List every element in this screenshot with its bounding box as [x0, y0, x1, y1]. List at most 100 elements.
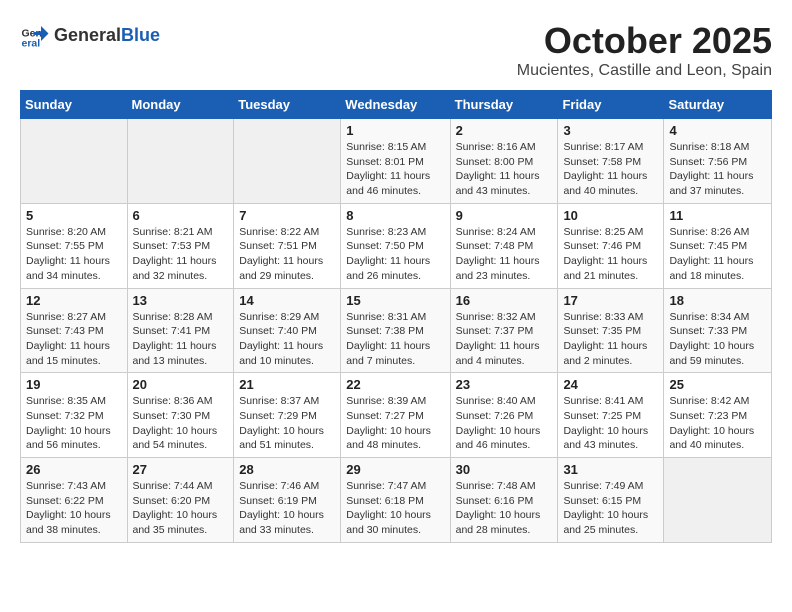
- calendar-cell: 30 Sunrise: 7:48 AM Sunset: 6:16 PM Dayli…: [450, 458, 558, 543]
- calendar-cell: 27 Sunrise: 7:44 AM Sunset: 6:20 PM Dayli…: [127, 458, 234, 543]
- page-header: Gen eral GeneralBlue October 2025 Mucien…: [20, 20, 772, 80]
- calendar-cell: 9Sunrise: 8:24 AM Sunset: 7:48 PM Daylig…: [450, 203, 558, 288]
- month-title: October 2025: [517, 20, 772, 62]
- day-number: 17: [563, 293, 658, 308]
- day-number: 7: [239, 208, 335, 223]
- calendar-cell: 13 Sunrise: 8:28 AM Sunset: 7:41 PM Dayli…: [127, 288, 234, 373]
- day-number: 23: [456, 377, 553, 392]
- day-of-week-sunday: Sunday: [21, 91, 128, 119]
- day-number: 26: [26, 462, 122, 477]
- day-number: 20: [133, 377, 229, 392]
- calendar-cell: 15Sunrise: 8:31 AM Sunset: 7:38 PM Dayli…: [341, 288, 450, 373]
- day-of-week-friday: Friday: [558, 91, 664, 119]
- calendar-cell: 11 Sunrise: 8:26 AM Sunset: 7:45 PM Dayli…: [664, 203, 772, 288]
- day-info: Sunrise: 8:34 AM Sunset: 7:33 PM Dayligh…: [669, 310, 766, 369]
- calendar-cell: 14 Sunrise: 8:29 AM Sunset: 7:40 PM Dayli…: [234, 288, 341, 373]
- day-number: 22: [346, 377, 444, 392]
- week-row-1: 1Sunrise: 8:15 AM Sunset: 8:01 PM Daylig…: [21, 119, 772, 204]
- day-of-week-wednesday: Wednesday: [341, 91, 450, 119]
- day-number: 27: [133, 462, 229, 477]
- day-info: Sunrise: 8:22 AM Sunset: 7:51 PM Dayligh…: [239, 225, 335, 284]
- day-number: 16: [456, 293, 553, 308]
- day-info: Sunrise: 7:47 AM Sunset: 6:18 PM Dayligh…: [346, 479, 444, 538]
- calendar-cell: 25Sunrise: 8:42 AM Sunset: 7:23 PM Dayli…: [664, 373, 772, 458]
- calendar-cell: 12 Sunrise: 8:27 AM Sunset: 7:43 PM Dayli…: [21, 288, 128, 373]
- calendar-cell: 21 Sunrise: 8:37 AM Sunset: 7:29 PM Dayli…: [234, 373, 341, 458]
- calendar-cell: 28Sunrise: 7:46 AM Sunset: 6:19 PM Dayli…: [234, 458, 341, 543]
- day-number: 13: [133, 293, 229, 308]
- day-info: Sunrise: 8:20 AM Sunset: 7:55 PM Dayligh…: [26, 225, 122, 284]
- day-number: 31: [563, 462, 658, 477]
- day-info: Sunrise: 7:49 AM Sunset: 6:15 PM Dayligh…: [563, 479, 658, 538]
- day-number: 2: [456, 123, 553, 138]
- day-info: Sunrise: 8:28 AM Sunset: 7:41 PM Dayligh…: [133, 310, 229, 369]
- calendar-cell: 8Sunrise: 8:23 AM Sunset: 7:50 PM Daylig…: [341, 203, 450, 288]
- day-number: 5: [26, 208, 122, 223]
- day-of-week-saturday: Saturday: [664, 91, 772, 119]
- day-info: Sunrise: 8:21 AM Sunset: 7:53 PM Dayligh…: [133, 225, 229, 284]
- location-title: Mucientes, Castille and Leon, Spain: [517, 62, 772, 80]
- day-info: Sunrise: 8:41 AM Sunset: 7:25 PM Dayligh…: [563, 394, 658, 453]
- week-row-5: 26Sunrise: 7:43 AM Sunset: 6:22 PM Dayli…: [21, 458, 772, 543]
- calendar-cell: 5 Sunrise: 8:20 AM Sunset: 7:55 PM Daylig…: [21, 203, 128, 288]
- day-number: 12: [26, 293, 122, 308]
- day-info: Sunrise: 8:25 AM Sunset: 7:46 PM Dayligh…: [563, 225, 658, 284]
- day-number: 21: [239, 377, 335, 392]
- day-number: 19: [26, 377, 122, 392]
- calendar-cell: [21, 119, 128, 204]
- calendar-cell: 24Sunrise: 8:41 AM Sunset: 7:25 PM Dayli…: [558, 373, 664, 458]
- calendar-cell: 10 Sunrise: 8:25 AM Sunset: 7:46 PM Dayli…: [558, 203, 664, 288]
- calendar-cell: 3 Sunrise: 8:17 AM Sunset: 7:58 PM Daylig…: [558, 119, 664, 204]
- day-of-week-monday: Monday: [127, 91, 234, 119]
- day-number: 11: [669, 208, 766, 223]
- calendar-cell: 19Sunrise: 8:35 AM Sunset: 7:32 PM Dayli…: [21, 373, 128, 458]
- day-number: 10: [563, 208, 658, 223]
- day-info: Sunrise: 7:48 AM Sunset: 6:16 PM Dayligh…: [456, 479, 553, 538]
- day-info: Sunrise: 8:37 AM Sunset: 7:29 PM Dayligh…: [239, 394, 335, 453]
- day-info: Sunrise: 8:16 AM Sunset: 8:00 PM Dayligh…: [456, 140, 553, 199]
- day-info: Sunrise: 8:17 AM Sunset: 7:58 PM Dayligh…: [563, 140, 658, 199]
- calendar-cell: [234, 119, 341, 204]
- calendar-cell: [127, 119, 234, 204]
- days-of-week-row: SundayMondayTuesdayWednesdayThursdayFrid…: [21, 91, 772, 119]
- week-row-2: 5 Sunrise: 8:20 AM Sunset: 7:55 PM Daylig…: [21, 203, 772, 288]
- calendar-table: SundayMondayTuesdayWednesdayThursdayFrid…: [20, 90, 772, 543]
- day-info: Sunrise: 8:27 AM Sunset: 7:43 PM Dayligh…: [26, 310, 122, 369]
- calendar-cell: 17Sunrise: 8:33 AM Sunset: 7:35 PM Dayli…: [558, 288, 664, 373]
- day-info: Sunrise: 8:26 AM Sunset: 7:45 PM Dayligh…: [669, 225, 766, 284]
- day-info: Sunrise: 8:29 AM Sunset: 7:40 PM Dayligh…: [239, 310, 335, 369]
- calendar-cell: 6 Sunrise: 8:21 AM Sunset: 7:53 PM Daylig…: [127, 203, 234, 288]
- calendar-body: 1Sunrise: 8:15 AM Sunset: 8:01 PM Daylig…: [21, 119, 772, 543]
- day-number: 28: [239, 462, 335, 477]
- calendar-cell: 31 Sunrise: 7:49 AM Sunset: 6:15 PM Dayli…: [558, 458, 664, 543]
- day-info: Sunrise: 8:39 AM Sunset: 7:27 PM Dayligh…: [346, 394, 444, 453]
- calendar-cell: 23Sunrise: 8:40 AM Sunset: 7:26 PM Dayli…: [450, 373, 558, 458]
- logo: Gen eral GeneralBlue: [20, 20, 160, 50]
- calendar-cell: 18 Sunrise: 8:34 AM Sunset: 7:33 PM Dayli…: [664, 288, 772, 373]
- svg-text:eral: eral: [22, 37, 41, 49]
- day-number: 6: [133, 208, 229, 223]
- day-info: Sunrise: 7:44 AM Sunset: 6:20 PM Dayligh…: [133, 479, 229, 538]
- day-info: Sunrise: 8:42 AM Sunset: 7:23 PM Dayligh…: [669, 394, 766, 453]
- calendar-cell: 29Sunrise: 7:47 AM Sunset: 6:18 PM Dayli…: [341, 458, 450, 543]
- day-number: 8: [346, 208, 444, 223]
- week-row-3: 12 Sunrise: 8:27 AM Sunset: 7:43 PM Dayli…: [21, 288, 772, 373]
- calendar-cell: [664, 458, 772, 543]
- logo-general: General: [54, 25, 121, 45]
- day-number: 3: [563, 123, 658, 138]
- day-number: 9: [456, 208, 553, 223]
- week-row-4: 19Sunrise: 8:35 AM Sunset: 7:32 PM Dayli…: [21, 373, 772, 458]
- calendar-cell: 4Sunrise: 8:18 AM Sunset: 7:56 PM Daylig…: [664, 119, 772, 204]
- day-of-week-tuesday: Tuesday: [234, 91, 341, 119]
- day-number: 18: [669, 293, 766, 308]
- logo-text: GeneralBlue: [54, 25, 160, 46]
- day-info: Sunrise: 8:15 AM Sunset: 8:01 PM Dayligh…: [346, 140, 444, 199]
- day-number: 15: [346, 293, 444, 308]
- calendar-cell: 7 Sunrise: 8:22 AM Sunset: 7:51 PM Daylig…: [234, 203, 341, 288]
- title-block: October 2025 Mucientes, Castille and Leo…: [517, 20, 772, 80]
- calendar-cell: 20Sunrise: 8:36 AM Sunset: 7:30 PM Dayli…: [127, 373, 234, 458]
- day-number: 14: [239, 293, 335, 308]
- calendar-cell: 16Sunrise: 8:32 AM Sunset: 7:37 PM Dayli…: [450, 288, 558, 373]
- day-number: 30: [456, 462, 553, 477]
- logo-blue: Blue: [121, 25, 160, 45]
